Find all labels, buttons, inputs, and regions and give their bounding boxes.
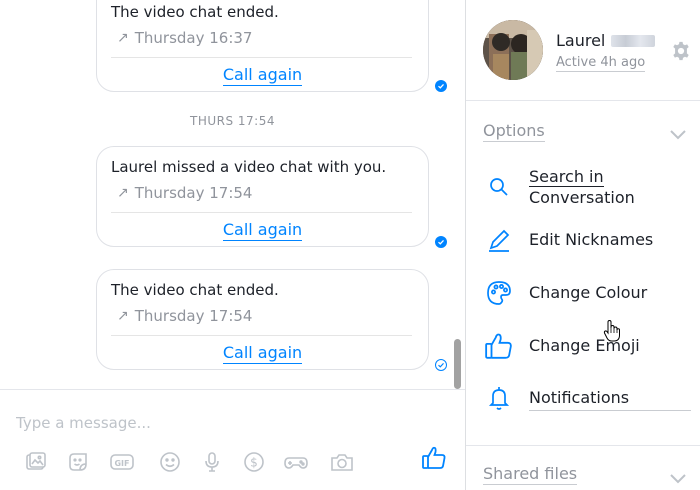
emoji-icon[interactable] <box>156 448 184 476</box>
call-again-link[interactable]: Call again <box>97 343 428 364</box>
message-bubble: The video chat ended. ↗ Thursday 17:54 C… <box>96 269 429 370</box>
microphone-icon[interactable] <box>198 448 226 476</box>
shared-files-divider <box>466 445 700 446</box>
profile-divider <box>466 100 700 101</box>
message-time: ↗ Thursday 16:37 <box>117 29 252 47</box>
option-label-line2: Conversation <box>529 188 635 207</box>
contact-status: Active 4h ago <box>556 55 646 72</box>
conversation-details-panel: Laurel Active 4h ago Options Search in C… <box>465 0 700 490</box>
message-separator <box>111 57 412 58</box>
message-title: Laurel missed a video chat with you. <box>111 158 387 176</box>
option-label-line1: Search in <box>529 167 604 187</box>
avatar[interactable] <box>483 20 543 80</box>
composer-divider <box>0 389 465 390</box>
chevron-down-icon[interactable] <box>669 470 687 484</box>
option-label: Change Emoji <box>529 336 640 355</box>
option-label: Change Colour <box>529 283 648 302</box>
option-label: Search in Conversation <box>529 166 635 208</box>
gear-icon[interactable] <box>670 40 692 62</box>
message-separator <box>111 212 412 213</box>
option-edit-nicknames[interactable]: Edit Nicknames <box>482 223 692 257</box>
option-label: Edit Nicknames <box>529 230 654 249</box>
options-header[interactable]: Options <box>483 121 545 142</box>
call-again-link[interactable]: Call again <box>97 220 428 241</box>
call-again-label[interactable]: Call again <box>222 65 303 86</box>
chevron-down-icon[interactable] <box>669 126 687 140</box>
sticker-icon[interactable] <box>64 448 92 476</box>
pencil-icon <box>482 223 516 257</box>
game-controller-icon[interactable] <box>282 448 310 476</box>
outgoing-arrow-icon: ↗ <box>117 185 129 201</box>
message-bubble: Laurel missed a video chat with you. ↗ T… <box>96 146 429 247</box>
seen-check-icon <box>435 80 447 92</box>
search-icon <box>482 170 516 204</box>
message-bubble: The video chat ended. ↗ Thursday 16:37 C… <box>96 0 429 92</box>
option-change-colour[interactable]: Change Colour <box>482 276 692 310</box>
gif-icon[interactable]: GIF <box>108 448 136 476</box>
camera-icon[interactable] <box>328 448 356 476</box>
option-search-in-conversation[interactable]: Search in Conversation <box>482 166 692 210</box>
message-time-text: Thursday 17:54 <box>134 184 253 202</box>
thumbs-up-icon <box>482 329 516 363</box>
hand-cursor-icon <box>602 319 622 343</box>
option-notifications[interactable]: Notifications <box>482 381 692 415</box>
seen-check-icon <box>435 236 447 248</box>
scrollbar-thumb[interactable] <box>454 339 461 389</box>
call-again-label[interactable]: Call again <box>222 343 303 364</box>
message-time-text: Thursday 16:37 <box>134 29 253 47</box>
contact-name[interactable]: Laurel <box>556 31 656 50</box>
message-input[interactable] <box>10 410 450 436</box>
payment-icon[interactable]: $ <box>240 448 268 476</box>
contact-name-text[interactable]: Laurel <box>556 31 605 50</box>
conversation-pane: The video chat ended. ↗ Thursday 16:37 C… <box>0 0 465 490</box>
time-divider: THURS 17:54 <box>190 114 275 128</box>
options-header-text[interactable]: Options <box>483 121 545 142</box>
photo-icon[interactable] <box>22 448 50 476</box>
delivered-check-icon <box>435 359 447 371</box>
bell-icon <box>482 381 516 415</box>
option-label: Notifications <box>529 387 691 411</box>
thumbs-up-icon[interactable] <box>420 444 448 472</box>
message-time-text: Thursday 17:54 <box>134 307 253 325</box>
call-again-link[interactable]: Call again <box>97 65 428 86</box>
option-change-emoji[interactable]: Change Emoji <box>482 329 692 363</box>
outgoing-arrow-icon: ↗ <box>117 308 129 324</box>
gif-text: GIF <box>114 459 129 468</box>
outgoing-arrow-icon: ↗ <box>117 30 129 46</box>
message-title: The video chat ended. <box>111 3 279 21</box>
currency-symbol: $ <box>250 456 258 470</box>
shared-files-header-text[interactable]: Shared files <box>483 464 578 485</box>
message-title: The video chat ended. <box>111 281 279 299</box>
redacted-surname <box>611 34 656 47</box>
call-again-label[interactable]: Call again <box>222 220 303 241</box>
shared-files-header[interactable]: Shared files <box>483 464 578 485</box>
palette-icon <box>482 276 516 310</box>
message-separator <box>111 335 412 336</box>
message-time: ↗ Thursday 17:54 <box>117 184 252 202</box>
message-time: ↗ Thursday 17:54 <box>117 307 252 325</box>
